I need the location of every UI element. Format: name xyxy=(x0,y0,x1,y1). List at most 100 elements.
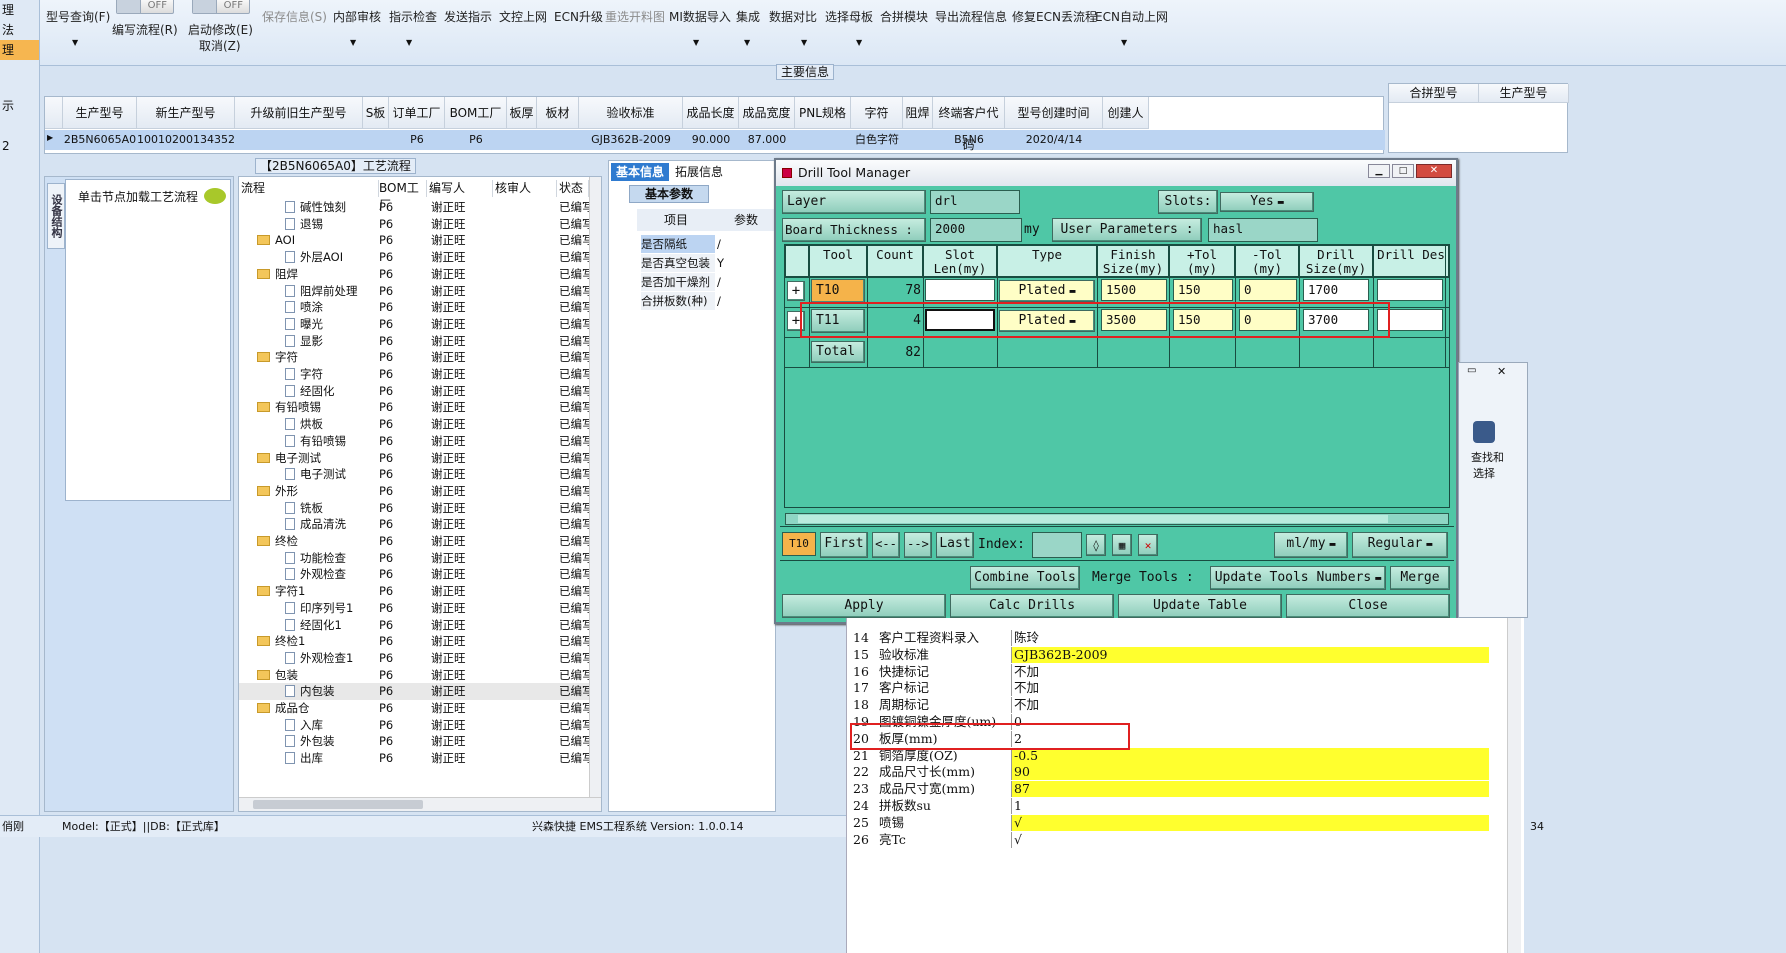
chevron-down-icon[interactable]: ▼ xyxy=(744,38,750,47)
toggle-switch[interactable]: OFF xyxy=(116,0,174,14)
minimize-icon[interactable]: ▁ xyxy=(1368,164,1390,178)
row-value[interactable]: 1 xyxy=(1011,798,1489,814)
chevron-down-icon[interactable]: ▼ xyxy=(693,38,699,47)
subtab-basic-params[interactable]: 基本参数 xyxy=(629,185,709,203)
sheet-row[interactable]: 18 周期标记 不加 xyxy=(847,697,1487,714)
maximize-icon[interactable]: □ xyxy=(1392,164,1414,178)
hint-box[interactable]: 单击节点加载工艺流程 xyxy=(65,179,231,501)
toggle-switch[interactable]: OFF xyxy=(192,0,250,14)
tree-row[interactable]: 包装 P6 谢正旺 已编写 xyxy=(239,667,589,684)
grid-column-header[interactable]: 字符 xyxy=(851,97,903,129)
tree-row[interactable]: 退锡 P6 谢正旺 已编写 xyxy=(239,216,589,233)
tree-row[interactable]: 功能检查 P6 谢正旺 已编写 xyxy=(239,550,589,567)
nav-item[interactable]: 2 xyxy=(0,136,39,156)
drill-des-field[interactable] xyxy=(1377,279,1443,301)
tree-row[interactable]: 外层AOI P6 谢正旺 已编写 xyxy=(239,249,589,266)
repair-ecn-button[interactable]: 修复ECN丢流程 xyxy=(1012,8,1097,25)
tree-row[interactable]: 字符 P6 谢正旺 已编写 xyxy=(239,349,589,366)
tree-node[interactable]: 字符1 xyxy=(257,583,305,600)
grid-cell[interactable] xyxy=(235,130,363,150)
sheet-row[interactable]: 15 验收标准 GJB362B-2009 xyxy=(847,646,1489,664)
row-value[interactable]: 不加 xyxy=(1011,663,1489,680)
grid-column-header[interactable]: BOM工厂 xyxy=(445,97,507,129)
tree-node[interactable]: 外观检查1 xyxy=(285,650,353,667)
sheet-row[interactable]: 16 快捷标记 不加 xyxy=(847,663,1489,681)
delete-icon[interactable]: ✕ xyxy=(1138,534,1158,556)
tree-node[interactable]: 电子测试 xyxy=(285,466,346,483)
grid-column-header[interactable]: 订单工厂 xyxy=(389,97,445,129)
tree-row[interactable]: 内包装 P6 谢正旺 已编写 xyxy=(239,683,589,700)
grid-column-header[interactable]: 阻焊 xyxy=(903,97,933,129)
slots-select[interactable]: Yes ▬ xyxy=(1220,192,1314,212)
tree-node[interactable]: 终检 xyxy=(257,533,298,550)
ecn-auto-online-button[interactable]: ECN自动上网 xyxy=(1095,8,1168,25)
sheet-row[interactable]: 14 客户工程资料录入 陈玲 xyxy=(847,630,1487,647)
tree-node[interactable]: 有铅喷锡 xyxy=(257,399,321,416)
grid-column-header[interactable]: 验收标准 xyxy=(579,97,683,129)
tab-basic-info[interactable]: 基本信息 xyxy=(611,163,669,181)
tree-node[interactable]: 喷涂 xyxy=(285,299,323,316)
row-value[interactable]: √ xyxy=(1011,814,1489,831)
vertical-tab[interactable]: 设备结构 xyxy=(47,183,65,249)
grid-column-header[interactable]: 板厚 xyxy=(507,97,537,129)
tree-row[interactable]: 阻焊 P6 谢正旺 已编写 xyxy=(239,266,589,283)
tree-row[interactable]: 喷涂 P6 谢正旺 已编写 xyxy=(239,299,589,316)
grid-cell[interactable]: P6 xyxy=(445,130,507,150)
grid-icon[interactable]: ▦ xyxy=(1112,534,1132,556)
row-value[interactable]: √ xyxy=(1011,831,1489,848)
tree-node[interactable]: 字符 xyxy=(257,349,298,366)
grid-column-header[interactable]: 升级前旧生产型号 xyxy=(235,97,363,129)
tree-node[interactable]: 退锡 xyxy=(285,216,323,233)
first-button[interactable]: First xyxy=(820,532,868,558)
tree-row[interactable]: 电子测试 P6 谢正旺 已编写 xyxy=(239,450,589,467)
grid-column-header[interactable]: 终端客户代码 xyxy=(933,97,1005,152)
user-params-field[interactable]: hasl xyxy=(1208,218,1318,242)
restore-icon[interactable]: ▭ xyxy=(1467,365,1476,376)
reselect-cutting-button[interactable]: 重选开料图 xyxy=(605,8,665,25)
tree-row[interactable]: 经固化 P6 谢正旺 已编写 xyxy=(239,383,589,400)
chevron-down-icon[interactable]: ▼ xyxy=(350,38,356,47)
tree-node[interactable]: 印序列号1 xyxy=(285,600,353,617)
tree-node[interactable]: AOI xyxy=(257,232,295,249)
close-button[interactable]: Close xyxy=(1286,594,1450,618)
param-value[interactable]: / xyxy=(717,273,775,291)
tree-row[interactable]: 字符1 P6 谢正旺 已编写 xyxy=(239,583,589,600)
tree-row[interactable]: 外观检查 P6 谢正旺 已编写 xyxy=(239,566,589,583)
sheet-row[interactable]: 22 成品尺寸长(mm) 90 xyxy=(847,764,1489,781)
layer-field[interactable]: drl xyxy=(930,190,1020,214)
tree-row[interactable]: 终检 P6 谢正旺 已编写 xyxy=(239,533,589,550)
vertical-scrollbar[interactable] xyxy=(1507,618,1521,953)
next-button[interactable]: --> xyxy=(904,532,932,558)
grid-column-header[interactable]: PNL规格 xyxy=(795,97,851,129)
merge-button[interactable]: Merge xyxy=(1390,566,1450,590)
tree-row[interactable]: AOI P6 谢正旺 已编写 xyxy=(239,232,589,249)
internal-review-button[interactable]: 内部审核 xyxy=(333,8,381,25)
apply-button[interactable]: Apply xyxy=(782,594,946,618)
integrate-button[interactable]: 集成 xyxy=(736,8,760,25)
horizontal-scrollbar[interactable] xyxy=(239,797,601,811)
model-query-button[interactable]: 型号查询(F) xyxy=(46,8,110,25)
plus-tol-field[interactable]: 150 xyxy=(1173,279,1233,301)
data-compare-button[interactable]: 数据对比 xyxy=(769,8,817,25)
tab-extended-info[interactable]: 拓展信息 xyxy=(675,163,723,181)
grid-column-header[interactable]: 创建人 xyxy=(1103,97,1149,129)
expand-row-button[interactable]: + xyxy=(787,281,805,301)
grid-cell[interactable]: 白色字符 xyxy=(851,130,903,150)
tree-node[interactable]: 功能检查 xyxy=(285,550,346,567)
grid-column-header[interactable]: 成品宽度 xyxy=(739,97,795,129)
param-name[interactable]: 是否真空包装 xyxy=(641,254,715,272)
nav-item[interactable]: 法 xyxy=(0,20,39,40)
param-name[interactable]: 是否加干燥剂 xyxy=(641,273,715,291)
last-button[interactable]: Last xyxy=(936,532,974,558)
tree-node[interactable]: 成品清洗 xyxy=(285,516,346,533)
units-select[interactable]: ml/my ▬ xyxy=(1274,532,1348,558)
grid-column-header[interactable]: 生产型号 xyxy=(63,97,137,129)
grid-cell[interactable]: 90.000 xyxy=(683,130,739,150)
horizontal-scrollbar[interactable] xyxy=(785,513,1449,525)
row-value[interactable]: 不加 xyxy=(1011,697,1489,714)
grid-cell[interactable]: P6 xyxy=(389,130,445,150)
merge-module-button[interactable]: 合拼模块 xyxy=(880,8,928,25)
grid-cell[interactable]: 2B5N6065A0 xyxy=(63,130,137,150)
instruction-check-button[interactable]: 指示检查 xyxy=(389,8,437,25)
tree-row[interactable]: 铣板 P6 谢正旺 已编写 xyxy=(239,500,589,517)
